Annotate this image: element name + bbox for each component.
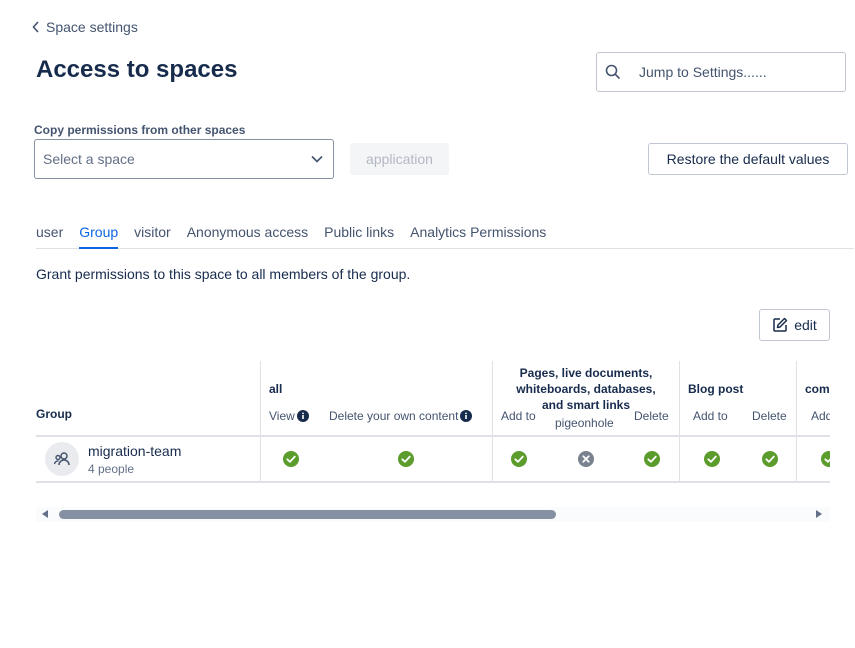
space-select[interactable]: Select a space <box>34 139 334 179</box>
column-divider <box>679 361 680 481</box>
permission-tabs: user Group visitor Anonymous access Publ… <box>36 221 854 249</box>
permission-granted-icon <box>644 451 660 467</box>
col-header-pages-add: Add to <box>501 409 536 423</box>
group-header-comments: com <box>805 382 830 396</box>
row-divider <box>36 481 830 483</box>
back-to-space-settings[interactable]: Space settings <box>32 17 138 37</box>
scroll-right-arrow-icon[interactable] <box>816 510 822 518</box>
tab-description: Grant permissions to this space to all m… <box>36 266 411 282</box>
search-input[interactable] <box>637 63 837 81</box>
group-header-all: all <box>269 382 283 396</box>
permission-granted-icon <box>283 451 299 467</box>
page-title: Access to spaces <box>36 56 238 83</box>
info-icon[interactable] <box>296 410 309 422</box>
tab-user[interactable]: user <box>36 221 63 249</box>
tab-visitor[interactable]: visitor <box>134 221 171 249</box>
chevron-down-icon <box>311 155 323 163</box>
copy-permissions-label: Copy permissions from other spaces <box>34 123 246 137</box>
col-header-delete-own-label: Delete your own content <box>329 409 459 423</box>
col-header-comments-add: Add <box>811 409 830 423</box>
apply-button[interactable]: application <box>350 143 449 175</box>
permission-denied-icon <box>578 451 594 467</box>
column-divider <box>260 361 261 481</box>
chevron-left-icon <box>32 21 39 33</box>
group-header-pages: Pages, live documents, whiteboards, data… <box>516 366 656 412</box>
scrollbar-thumb[interactable] <box>59 510 556 519</box>
space-select-placeholder: Select a space <box>43 151 135 167</box>
permission-granted-icon <box>398 451 414 467</box>
search-icon <box>605 64 621 80</box>
group-name[interactable]: migration-team <box>88 443 181 459</box>
permission-granted-icon <box>762 451 778 467</box>
col-header-view: View <box>269 409 309 423</box>
col-header-pages-pigeonhole: pigeonhole <box>555 416 614 430</box>
col-header-pages-delete: Delete <box>634 409 669 423</box>
back-link-label: Space settings <box>46 19 138 35</box>
permissions-table: Group all View Delete your own content P… <box>36 361 830 483</box>
horizontal-scrollbar[interactable] <box>36 507 830 522</box>
header-divider <box>36 435 830 437</box>
group-member-count: 4 people <box>88 462 135 476</box>
group-column-header: Group <box>36 407 72 421</box>
edit-button-label: edit <box>794 317 817 333</box>
tab-group[interactable]: Group <box>79 221 119 249</box>
col-header-delete-own: Delete your own content <box>329 409 473 423</box>
col-header-view-label: View <box>269 409 295 423</box>
people-icon <box>53 452 70 466</box>
column-divider <box>492 361 493 481</box>
info-icon[interactable] <box>460 410 473 422</box>
restore-defaults-button[interactable]: Restore the default values <box>648 143 848 175</box>
settings-search[interactable] <box>596 52 846 92</box>
tab-analytics-permissions[interactable]: Analytics Permissions <box>410 221 546 249</box>
edit-button[interactable]: edit <box>759 309 830 341</box>
scroll-left-arrow-icon[interactable] <box>42 510 48 518</box>
permission-granted-icon <box>821 451 830 467</box>
tab-anonymous-access[interactable]: Anonymous access <box>187 221 308 249</box>
column-divider <box>796 361 797 481</box>
edit-icon <box>773 317 788 332</box>
tab-public-links[interactable]: Public links <box>324 221 394 249</box>
permission-granted-icon <box>704 451 720 467</box>
group-avatar <box>45 442 79 476</box>
col-header-blog-add: Add to <box>693 409 728 423</box>
col-header-blog-delete: Delete <box>752 409 787 423</box>
permission-granted-icon <box>511 451 527 467</box>
group-header-blog-post: Blog post <box>688 382 744 396</box>
